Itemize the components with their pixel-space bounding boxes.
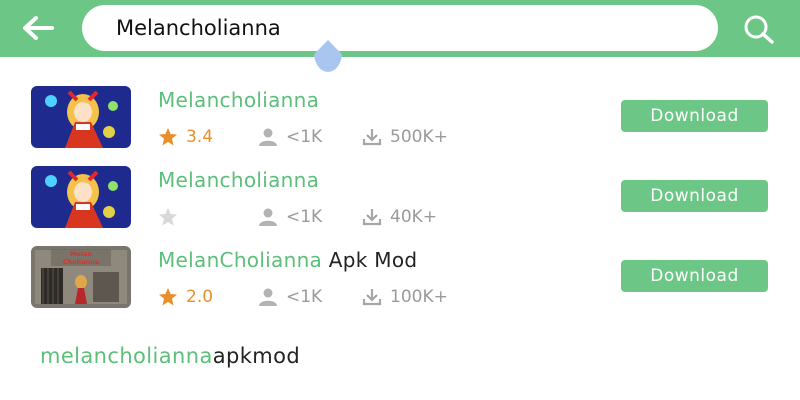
arrow-left-icon xyxy=(23,16,54,40)
magnifier-icon xyxy=(744,15,774,44)
download-button[interactable]: Download xyxy=(621,260,768,292)
download-icon xyxy=(362,209,382,226)
app-thumbnail[interactable] xyxy=(31,86,131,148)
thumb-title-line1: Melan xyxy=(70,250,92,258)
back-button[interactable] xyxy=(18,10,58,46)
result-row[interactable]: Melancholianna <1K 40K+ Download xyxy=(0,166,800,246)
top-bar xyxy=(0,0,800,57)
search-button[interactable] xyxy=(738,12,780,46)
user-icon xyxy=(259,288,277,306)
app-title[interactable]: Melancholianna xyxy=(158,168,319,192)
download-count: 100K+ xyxy=(362,287,448,307)
thumb-title-line2: Cholianna xyxy=(63,258,99,266)
download-count: 500K+ xyxy=(362,127,448,147)
app-thumbnail[interactable]: Melan Cholianna xyxy=(31,246,131,308)
app-title[interactable]: MelanCholianna Apk Mod xyxy=(158,248,417,272)
search-input[interactable] xyxy=(116,16,676,40)
user-count: <1K xyxy=(258,127,362,147)
app-title[interactable]: Melancholianna xyxy=(158,88,319,112)
star-icon xyxy=(159,128,177,146)
app-meta: <1K 40K+ xyxy=(158,206,437,228)
star-icon xyxy=(159,208,177,226)
rating xyxy=(158,207,258,227)
star-icon xyxy=(159,288,177,306)
app-meta: 3.4 <1K 500K+ xyxy=(158,126,448,148)
user-count: <1K xyxy=(258,207,362,227)
download-button[interactable]: Download xyxy=(621,100,768,132)
download-button[interactable]: Download xyxy=(621,180,768,212)
search-field[interactable] xyxy=(82,5,718,51)
rating: 2.0 xyxy=(158,287,258,307)
download-icon xyxy=(362,289,382,306)
user-icon xyxy=(259,128,277,146)
app-thumbnail[interactable] xyxy=(31,166,131,228)
rating: 3.4 xyxy=(158,127,258,147)
search-suggestion[interactable]: melancholiannaapkmod xyxy=(40,344,300,368)
user-count: <1K xyxy=(258,287,362,307)
app-meta: 2.0 <1K 100K+ xyxy=(158,286,448,308)
user-icon xyxy=(259,208,277,226)
download-icon xyxy=(362,129,382,146)
download-count: 40K+ xyxy=(362,207,437,227)
result-row[interactable]: Melancholianna 3.4 <1K 500K+ Download xyxy=(0,86,800,166)
result-row[interactable]: Melan Cholianna MelanCholianna Apk Mod 2… xyxy=(0,246,800,326)
